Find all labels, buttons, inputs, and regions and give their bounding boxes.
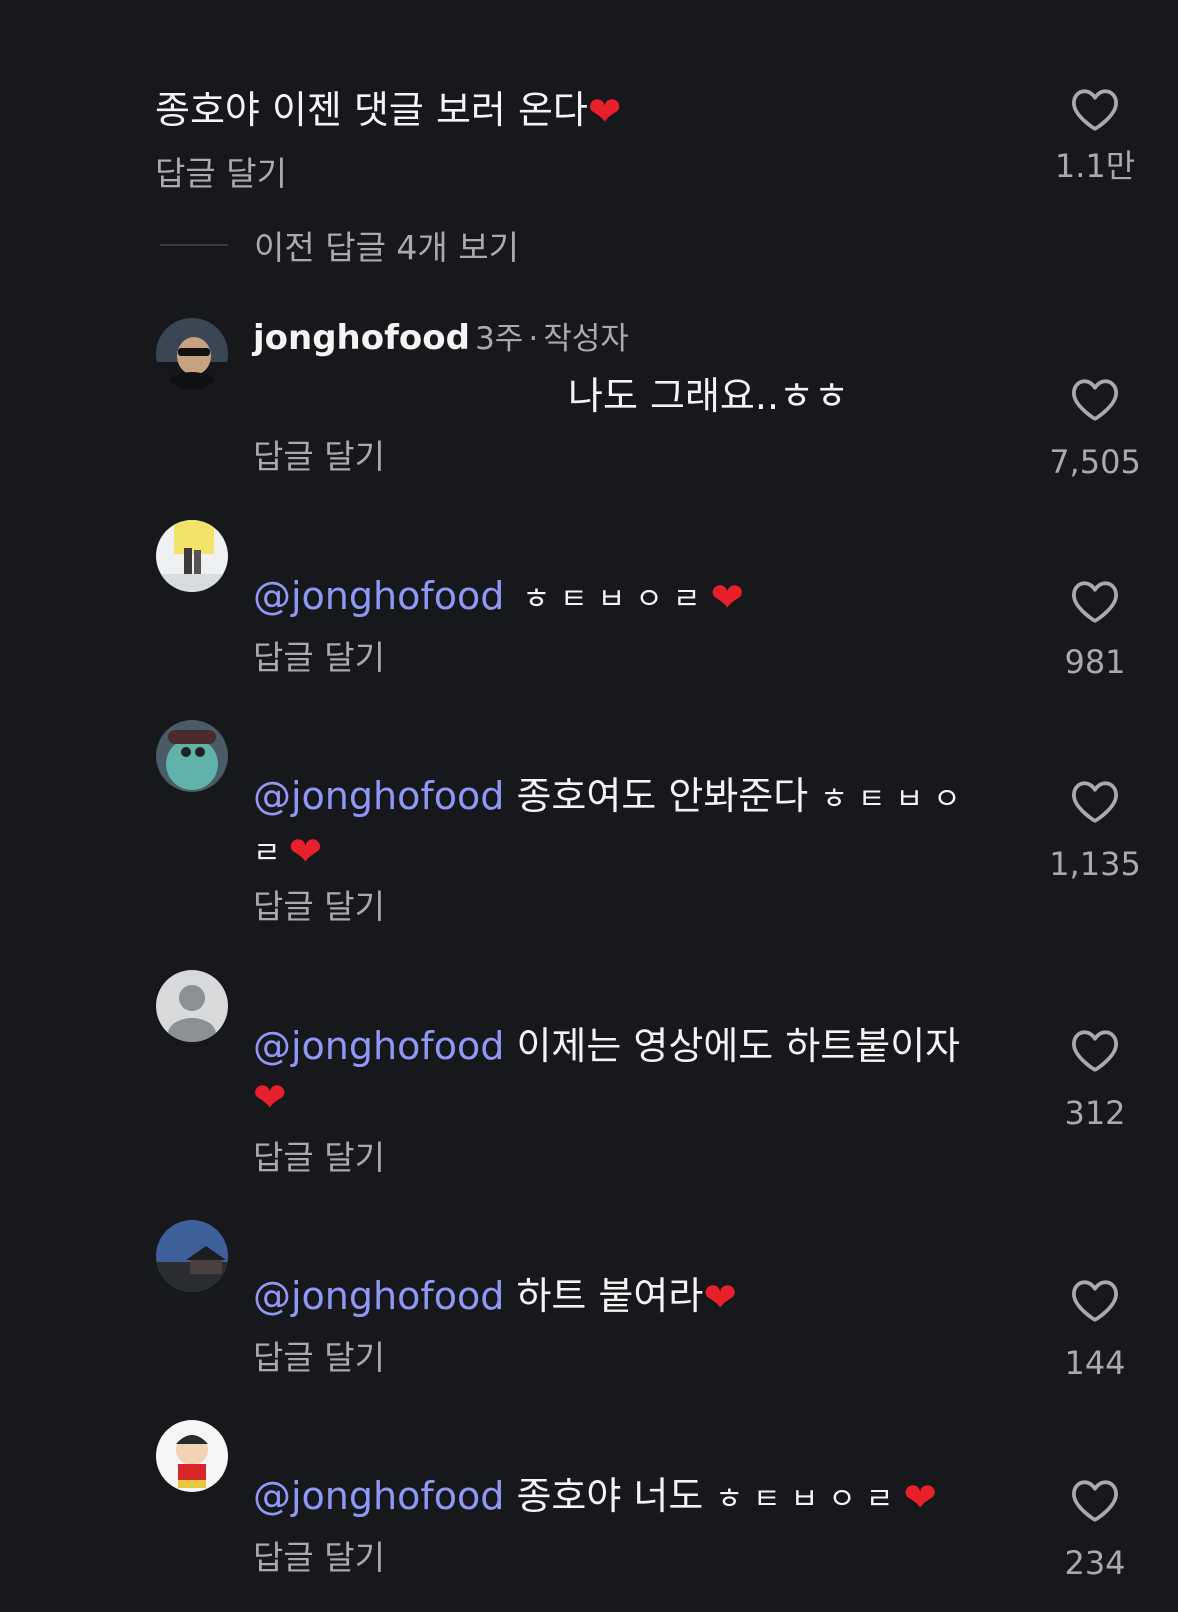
heart-outline-icon[interactable] [1070,376,1120,422]
avatar[interactable] [156,720,228,792]
heart-outline-icon[interactable] [1070,1277,1120,1323]
reply-button[interactable]: 답글 달기 [253,1338,385,1378]
view-previous-replies[interactable]: 이전 답글 4개 보기 [160,220,519,270]
like-count: 981 [1064,643,1126,681]
heart-outline-icon[interactable] [1070,1477,1120,1523]
reply-text: @jonghofood 종호야 너도 ㅎㅌㅂㅇㄹ❤ [253,1474,937,1521]
reply-text: @jonghofood ㅎㅌㅂㅇㄹ❤ [253,574,744,621]
mention-link[interactable]: @jonghofood [253,774,504,818]
reply-text: @jonghofood 하트 붙여라❤ [253,1274,737,1321]
reply-author-line: jonghofood 3주 · 작성자 [253,316,629,366]
heart-emoji-icon: ❤ [703,1275,737,1321]
separator: · [528,321,539,357]
top-comment-reply-button[interactable]: 답글 달기 [155,154,287,194]
mention-link[interactable]: @jonghofood [253,1274,504,1318]
heart-outline-icon[interactable] [1070,778,1120,824]
heart-emoji-icon: ❤ [587,89,622,135]
like-count: 144 [1064,1344,1126,1382]
avatar[interactable] [156,520,228,592]
mention-link[interactable]: @jonghofood [253,1474,504,1518]
author-name[interactable]: jonghofood [253,318,470,358]
top-comment-text: 종호야 이젠 댓글 보러 온다❤ [155,88,622,135]
reply-button[interactable]: 답글 달기 [253,887,385,927]
reply-like[interactable]: 234 [1035,1477,1155,1581]
heart-emoji-icon: ❤ [288,829,323,875]
heart-outline-icon[interactable] [1070,1027,1120,1073]
default-avatar-icon [156,970,228,1042]
heart-emoji-icon: ❤ [253,1075,287,1121]
reply-like[interactable]: 981 [1035,578,1155,680]
like-count: 1,135 [1049,845,1141,883]
reply-like[interactable]: 7,505 [1035,376,1155,480]
reply-text: @jonghofood 이제는 영상에도 하트붙이자 ❤ [253,1024,961,1121]
mention-link[interactable]: @jonghofood [253,1024,504,1068]
heart-emoji-icon: ❤ [710,575,744,621]
time: 3주 [475,321,524,357]
like-count: 7,505 [1049,443,1141,481]
mention-link[interactable]: @jonghofood [253,574,504,618]
like-count: 234 [1064,1544,1126,1582]
avatar[interactable] [156,1220,228,1292]
divider-line [160,244,228,246]
reply-text: 나도 그래요..ㅎㅎ [568,374,849,418]
avatar[interactable] [156,970,228,1042]
reply-button[interactable]: 답글 달기 [253,1538,385,1578]
heart-outline-icon[interactable] [1070,578,1120,624]
reply-button[interactable]: 답글 달기 [253,1138,385,1178]
reply-like[interactable]: 144 [1035,1277,1155,1381]
avatar[interactable] [156,1420,228,1492]
like-count: 312 [1064,1094,1126,1132]
avatar[interactable] [156,318,228,390]
heart-outline-icon[interactable] [1070,86,1120,132]
like-count: 1.1만 [1054,147,1136,185]
top-comment-like[interactable]: 1.1만 [1035,86,1155,184]
heart-emoji-icon: ❤ [903,1475,937,1521]
reply-like[interactable]: 312 [1035,1027,1155,1131]
reply-text: @jonghofood 종호여도 안봐준다 ㅎㅌㅂㅇ ㄹ ❤ [253,774,971,875]
creator-badge: 작성자 [543,321,629,357]
reply-button[interactable]: 답글 달기 [253,638,385,678]
reply-button[interactable]: 답글 달기 [253,437,385,477]
reply-like[interactable]: 1,135 [1035,778,1155,882]
